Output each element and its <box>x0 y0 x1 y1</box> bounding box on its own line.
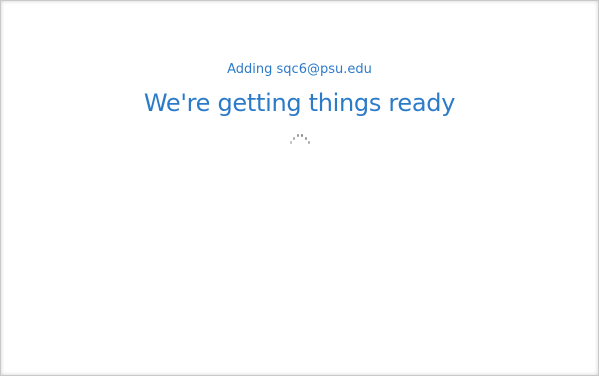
page-title: We're getting things ready <box>143 89 456 117</box>
spinner-dot <box>296 134 300 137</box>
account-status-text: Adding sqc6@psu.edu <box>227 62 372 77</box>
spinner-dot <box>289 141 293 144</box>
spinner-dot <box>292 137 296 140</box>
setup-dialog: Adding sqc6@psu.edu We're getting things… <box>1 61 598 147</box>
setup-window: Adding sqc6@psu.edu We're getting things… <box>0 0 599 376</box>
spinner-dot <box>304 137 308 140</box>
spinner-dot <box>300 134 304 137</box>
spinner-dot <box>307 141 311 144</box>
loading-spinner-icon <box>288 131 312 147</box>
